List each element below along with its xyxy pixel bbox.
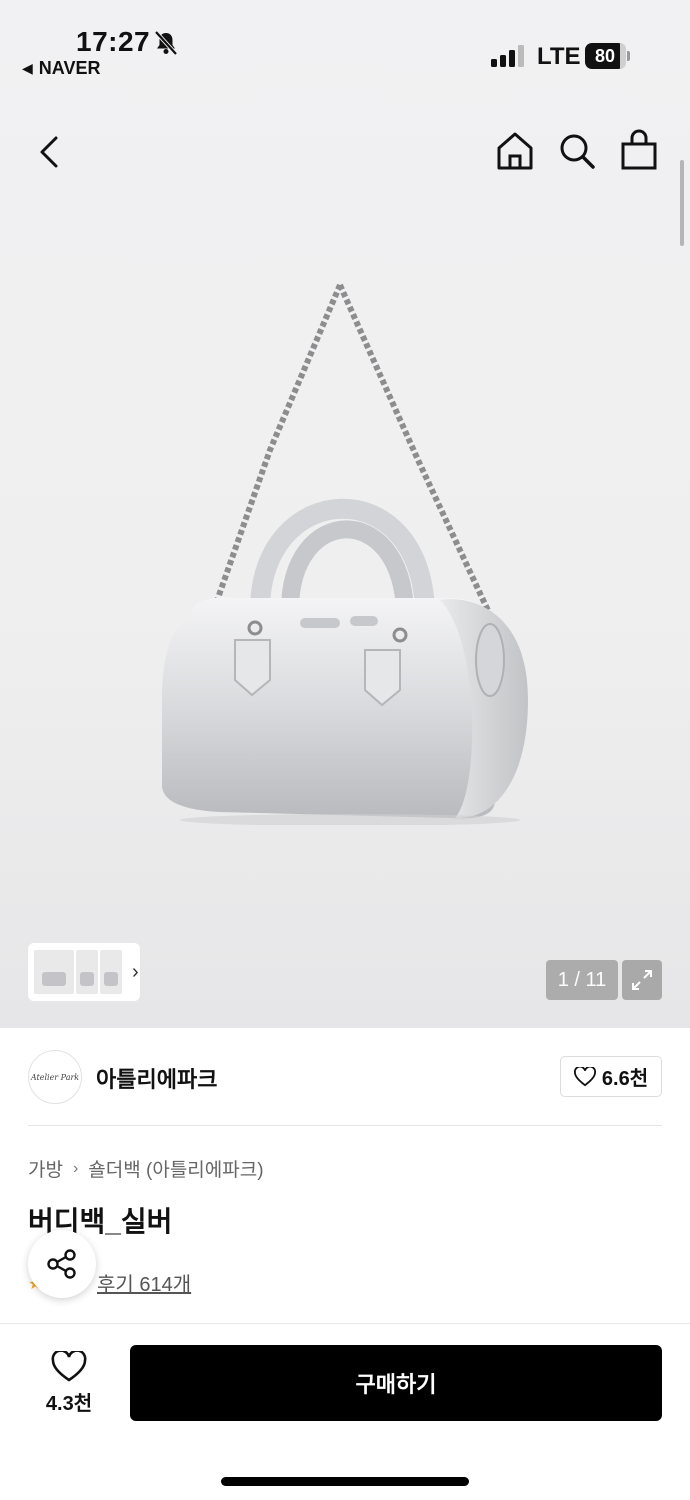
status-time: 17:27 [76, 26, 151, 57]
thumbnail[interactable] [34, 950, 74, 994]
heart-icon [51, 1350, 87, 1382]
back-triangle-icon: ◀ [22, 60, 33, 76]
back-icon[interactable] [30, 130, 70, 174]
breadcrumb: 가방 › 숄더백 (아틀리에파크) [28, 1155, 264, 1182]
back-app-label: NAVER [38, 58, 101, 78]
back-to-app-link[interactable]: ◀ NAVER [22, 58, 100, 79]
chevron-right-icon[interactable]: › [132, 961, 139, 984]
signal-icon [491, 45, 524, 67]
bottom-bar-divider [0, 1323, 690, 1324]
thumbnail-strip[interactable]: › [28, 943, 140, 1001]
expand-button[interactable] [622, 960, 662, 1000]
seller-name[interactable]: 아틀리에파크 [96, 1062, 217, 1094]
thumbnail[interactable] [76, 950, 98, 994]
favorite-seller-button[interactable]: 6.6천 [560, 1056, 662, 1097]
scrollbar[interactable] [680, 160, 684, 246]
wishlist-button[interactable]: 4.3천 [28, 1346, 110, 1420]
network-type: LTE [537, 43, 581, 70]
share-button[interactable] [28, 1230, 96, 1298]
bell-slash-icon [154, 30, 178, 56]
seller-logo-text: Atelier Park [30, 1072, 80, 1082]
share-icon [47, 1249, 76, 1279]
divider [28, 1125, 662, 1126]
wishlist-count: 4.3천 [45, 1392, 93, 1415]
product-image [162, 283, 528, 825]
expand-icon [632, 970, 652, 990]
image-counter: 1 / 11 [546, 960, 618, 1000]
battery-level: 80 [594, 45, 616, 66]
buy-button[interactable]: 구매하기 [130, 1345, 662, 1421]
seller-avatar[interactable]: Atelier Park [28, 1050, 82, 1104]
home-icon[interactable] [494, 130, 536, 172]
home-indicator[interactable] [221, 1477, 469, 1486]
favorite-count: 6.6천 [601, 1068, 649, 1090]
search-icon[interactable] [556, 130, 598, 172]
breadcrumb-item[interactable]: 가방 [28, 1155, 63, 1182]
review-link[interactable]: 후기 614개 [97, 1268, 191, 1297]
shopping-bag-icon[interactable] [618, 128, 660, 172]
breadcrumb-separator-icon: › [72, 1159, 79, 1177]
product-gallery[interactable]: 17:27 ◀ NAVER LTE 80 › 1 / 11 [0, 0, 690, 1028]
thumbnail[interactable] [100, 950, 122, 994]
heart-icon [573, 1066, 596, 1086]
breadcrumb-item[interactable]: 숄더백 (아틀리에파크) [88, 1155, 263, 1182]
battery-indicator: 80 [585, 43, 630, 69]
